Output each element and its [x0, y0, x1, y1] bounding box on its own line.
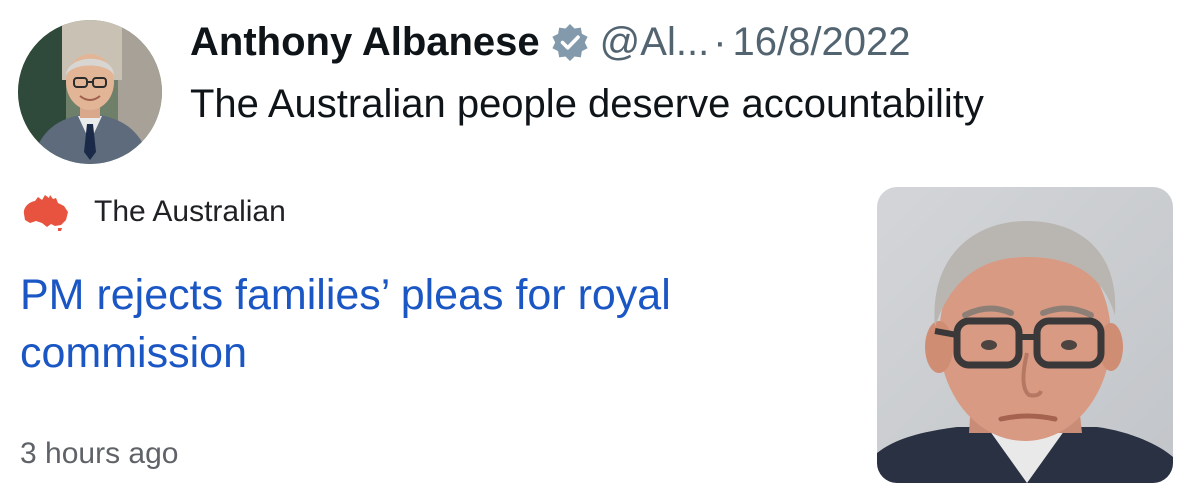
news-headline-link[interactable]: PM rejects families’ pleas for royal com… [20, 266, 840, 382]
author-name[interactable]: Anthony Albanese [190, 14, 540, 70]
avatar[interactable] [18, 20, 162, 164]
news-thumbnail[interactable] [877, 187, 1173, 483]
separator-dot: · [713, 20, 727, 64]
verified-badge-icon [550, 22, 590, 62]
avatar-photo [18, 20, 162, 164]
tweet-text: The Australian people deserve accountabi… [190, 82, 984, 126]
tweet-date[interactable]: 16/8/2022 [733, 14, 911, 70]
author-handle[interactable]: @Al... [600, 14, 710, 70]
news-timestamp: 3 hours ago [20, 437, 179, 470]
tweet-header: Anthony Albanese @Al... · 16/8/2022 [190, 14, 910, 70]
australia-map-icon [20, 192, 72, 232]
portrait-photo [877, 187, 1173, 483]
news-source: The Australian [20, 190, 286, 234]
source-name: The Australian [94, 195, 286, 228]
